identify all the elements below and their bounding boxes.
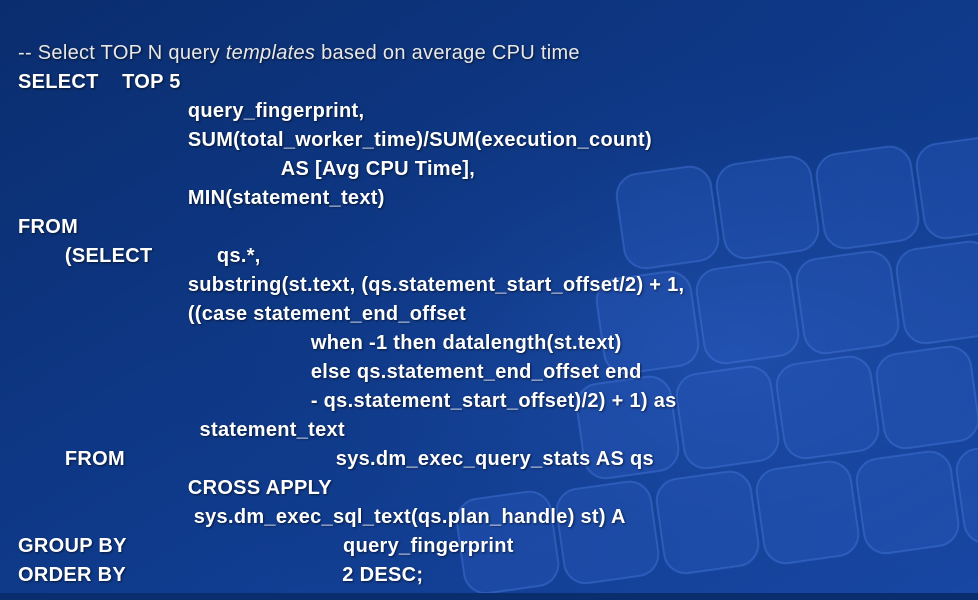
code-line-04: AS [Avg CPU Time], [18, 158, 475, 180]
code-line-06: FROM [18, 216, 78, 238]
code-line-05: MIN(statement_text) [18, 187, 385, 209]
code-line-01: SELECT TOP 5 [18, 71, 181, 93]
code-line-16: sys.dm_exec_sql_text(qs.plan_handle) st)… [18, 506, 626, 528]
code-line-02: query_fingerprint, [18, 100, 364, 122]
code-line-17: GROUP BY query_fingerprint [18, 535, 514, 557]
sql-comment: -- Select TOP N query templates based on… [18, 42, 580, 64]
code-line-15: CROSS APPLY [18, 477, 332, 499]
code-line-03: SUM(total_worker_time)/SUM(execution_cou… [18, 129, 652, 151]
code-line-18: ORDER BY 2 DESC; [18, 564, 423, 586]
code-line-12: - qs.statement_start_offset)/2) + 1) as [18, 390, 677, 412]
code-line-09: ((case statement_end_offset [18, 303, 466, 325]
code-line-07: (SELECT qs.*, [18, 245, 261, 267]
code-line-08: substring(st.text, (qs.statement_start_o… [18, 274, 684, 296]
code-line-10: when -1 then datalength(st.text) [18, 332, 622, 354]
comment-prefix: -- Select TOP N query [18, 42, 226, 64]
code-line-14: FROM sys.dm_exec_query_stats AS qs [18, 448, 654, 470]
code-line-13: statement_text [18, 419, 345, 441]
comment-suffix: based on average CPU time [315, 42, 580, 64]
comment-italic: templates [226, 42, 315, 64]
sql-code-block: -- Select TOP N query templates based on… [0, 0, 978, 600]
code-line-11: else qs.statement_end_offset end [18, 361, 642, 383]
